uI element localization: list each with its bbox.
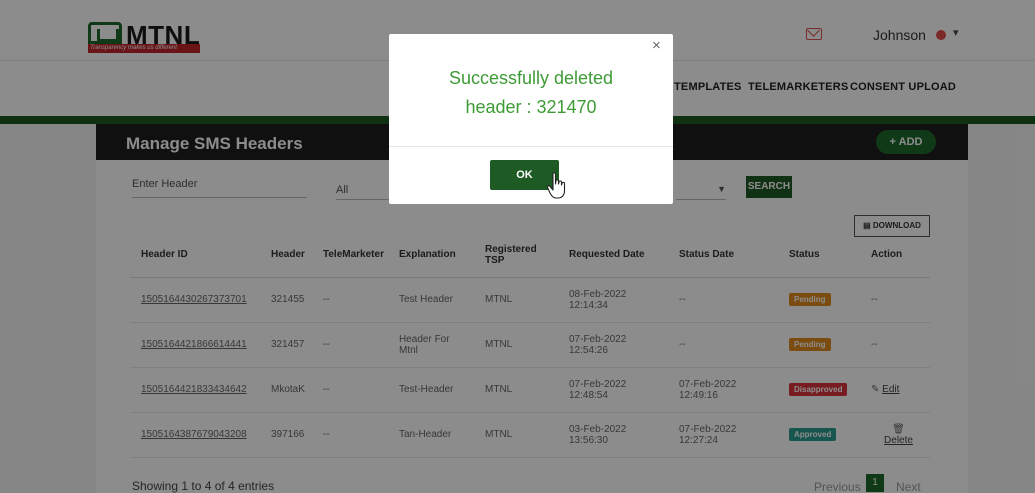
close-icon[interactable]: × bbox=[652, 37, 661, 54]
success-message: Successfully deleted header : 321470 bbox=[389, 64, 673, 122]
success-message-line2: header : 321470 bbox=[465, 97, 597, 117]
success-dialog: × Successfully deleted header : 321470 O… bbox=[389, 34, 673, 204]
dialog-divider bbox=[389, 146, 673, 147]
success-message-line1: Successfully deleted bbox=[448, 68, 614, 88]
hand-pointer-icon bbox=[546, 172, 566, 199]
